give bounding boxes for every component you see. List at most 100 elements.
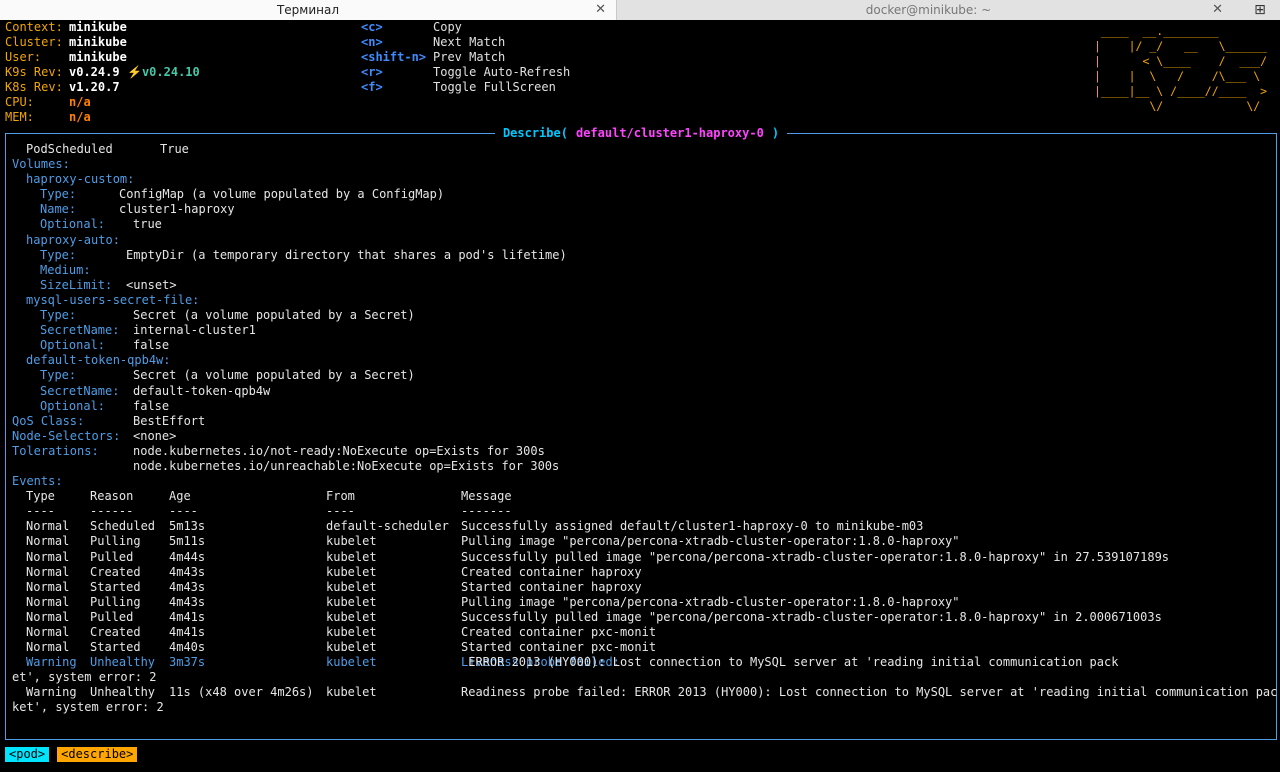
column-header-type: Type bbox=[26, 489, 55, 504]
field-label: SizeLimit: bbox=[40, 277, 113, 292]
tab-terminal[interactable]: Терминал ✕ bbox=[0, 0, 616, 20]
event-message: Pulling image "percona/percona-xtradb-cl… bbox=[461, 594, 960, 609]
event-type: Normal bbox=[26, 564, 70, 579]
context-line: Context: bbox=[5, 20, 63, 35]
shortcut-key-next-match: <n> bbox=[361, 35, 383, 49]
event-age: 4m41s bbox=[169, 625, 206, 639]
event-age: 3m37s bbox=[169, 655, 206, 670]
shortcut-action-next-match: Next Match bbox=[433, 35, 506, 49]
describe-content: PodScheduled True Volumes: haproxy-custom… bbox=[12, 142, 1277, 716]
field-label: SecretName: bbox=[40, 323, 120, 338]
event-message: Pulling image "percona/percona-xtradb-cl… bbox=[461, 534, 960, 549]
field-value: internal-cluster1 bbox=[133, 323, 256, 338]
close-icon[interactable]: ✕ bbox=[595, 2, 606, 17]
k9s-update-value: ⚡️v0.24.10 bbox=[127, 65, 200, 79]
node-selectors-label: Node-Selectors: bbox=[12, 428, 121, 443]
volume-mysql-users-secret-file: mysql-users-secret-file: bbox=[12, 293, 1272, 308]
event-row-warning: Warning Unhealthy 3m37s kubelet Liveness… bbox=[12, 655, 1272, 670]
describe-panel[interactable]: Describe(default/cluster1-haproxy-0) Pod… bbox=[5, 126, 1277, 740]
separator: ---- bbox=[326, 504, 355, 519]
column-header-from: From bbox=[326, 489, 355, 504]
event-message: Created container pxc-monit bbox=[461, 625, 657, 639]
event-from: kubelet bbox=[326, 549, 377, 564]
shortcut-key-auto-refresh: <r> bbox=[361, 65, 383, 79]
event-reason: Started bbox=[90, 579, 141, 594]
separator: ---- bbox=[169, 504, 198, 519]
breadcrumb: <pod> <describe> bbox=[5, 747, 138, 762]
describe-title-resource: default/cluster1-haproxy-0 bbox=[571, 126, 768, 140]
breadcrumb-describe[interactable]: <describe> bbox=[57, 747, 138, 762]
event-type: Warning bbox=[26, 655, 77, 670]
condition-label: PodScheduled bbox=[26, 142, 113, 156]
node-selectors-row: Node-Selectors: <none> bbox=[12, 429, 1272, 444]
shortcut-action-auto-refresh: Toggle Auto-Refresh bbox=[433, 65, 571, 79]
event-row-wrap: ket', system error: 2 bbox=[12, 700, 1272, 715]
volume-default-token: default-token-qpb4w: bbox=[12, 353, 1272, 368]
tolerations-label: Tolerations: bbox=[12, 443, 99, 458]
event-row: Normal Pulled 4m41s kubelet Successfully pul… bbox=[12, 610, 1272, 625]
volume-field-row: Type: Secret (a volume populated by a Sec… bbox=[12, 368, 1272, 383]
event-from: kubelet bbox=[326, 609, 377, 624]
field-label: Type: bbox=[40, 368, 77, 383]
event-age: 4m43s bbox=[169, 594, 206, 609]
event-age: 4m40s bbox=[169, 640, 206, 655]
event-reason: Created bbox=[90, 625, 141, 639]
event-from: kubelet bbox=[326, 655, 377, 670]
breadcrumb-pod[interactable]: <pod> bbox=[5, 747, 50, 762]
event-rows: Normal Scheduled 5m13s default-scheduler Suc… bbox=[12, 519, 1272, 655]
volume-haproxy-custom: haproxy-custom: bbox=[12, 172, 1272, 187]
node-selectors-value: <none> bbox=[133, 428, 177, 443]
qos-value: BestEffort bbox=[133, 413, 206, 428]
event-message: Started container haproxy bbox=[461, 579, 642, 594]
event-row: Normal Created 4m43s kubelet Created contain… bbox=[12, 565, 1272, 580]
event-message: Created container haproxy bbox=[461, 564, 642, 579]
event-type: Normal bbox=[26, 594, 70, 609]
volume-field-row: Optional: true bbox=[12, 217, 1272, 232]
cpu-value: n/a bbox=[69, 95, 91, 109]
event-type: Normal bbox=[26, 519, 70, 534]
field-value: Secret (a volume populated by a Secret) bbox=[133, 368, 415, 383]
field-value: <unset> bbox=[126, 277, 177, 292]
volume-field-row: Type: EmptyDir (a temporary directory tha… bbox=[12, 248, 1272, 263]
event-row: Normal Started 4m43s kubelet Started contain… bbox=[12, 580, 1272, 595]
event-reason: Unhealthy bbox=[90, 685, 156, 700]
event-message-wrap: ket', system error: 2 bbox=[12, 700, 164, 715]
event-reason: Created bbox=[90, 564, 141, 579]
event-reason: Started bbox=[90, 640, 141, 655]
event-reason: Scheduled bbox=[90, 519, 156, 534]
tab-docker-minikube[interactable]: docker@minikube: ~ ✕ bbox=[616, 0, 1240, 20]
field-value: default-token-qpb4w bbox=[133, 383, 271, 398]
column-header-age: Age bbox=[169, 489, 191, 504]
event-from: kubelet bbox=[326, 579, 377, 594]
event-age: 4m44s bbox=[169, 549, 206, 564]
event-from: kubelet bbox=[326, 685, 377, 700]
event-from: kubelet bbox=[326, 640, 377, 655]
event-row: Normal Started 4m40s kubelet Started contain… bbox=[12, 640, 1272, 655]
new-tab-icon[interactable]: ⊞ bbox=[1240, 0, 1280, 20]
cluster-label: Cluster: bbox=[5, 35, 63, 49]
event-age: 4m41s bbox=[169, 609, 206, 624]
field-label: Type: bbox=[40, 187, 77, 202]
mem-label: MEM: bbox=[5, 110, 34, 124]
event-row: Normal Pulling 4m43s kubelet Pulling image "… bbox=[12, 595, 1272, 610]
volumes-label: Volumes: bbox=[12, 157, 70, 172]
k9s-logo: ____ __.________ | |/ _/ __ \______ | < … bbox=[1094, 24, 1268, 113]
volume-name: haproxy-auto: bbox=[26, 232, 120, 247]
event-message: Successfully pulled image "percona/perco… bbox=[461, 549, 1170, 564]
event-type: Normal bbox=[26, 549, 70, 564]
describe-title-suffix: ) bbox=[767, 126, 784, 140]
close-icon[interactable]: ✕ bbox=[1212, 2, 1223, 17]
event-message: Started container pxc-monit bbox=[461, 640, 657, 655]
describe-title: Describe(default/cluster1-haproxy-0) bbox=[6, 125, 1276, 141]
volume-field-row: Type: Secret (a volume populated by a Sec… bbox=[12, 308, 1272, 323]
event-from: kubelet bbox=[326, 625, 377, 639]
field-label: Optional: bbox=[40, 338, 106, 353]
context-label: Context: bbox=[5, 20, 63, 34]
events-separator-row: ---- ------ ---- ---- ------- bbox=[12, 504, 1272, 519]
event-row-warning: Warning Unhealthy 11s (x48 over 4m26s) k… bbox=[12, 685, 1277, 700]
event-row: Normal Pulling 5m11s kubelet Pulling image "… bbox=[12, 534, 1272, 549]
event-type: Normal bbox=[26, 640, 70, 655]
event-type: Normal bbox=[26, 625, 70, 639]
field-label: Optional: bbox=[40, 217, 106, 232]
volume-field-row: SecretName: internal-cluster1 bbox=[12, 323, 1272, 338]
